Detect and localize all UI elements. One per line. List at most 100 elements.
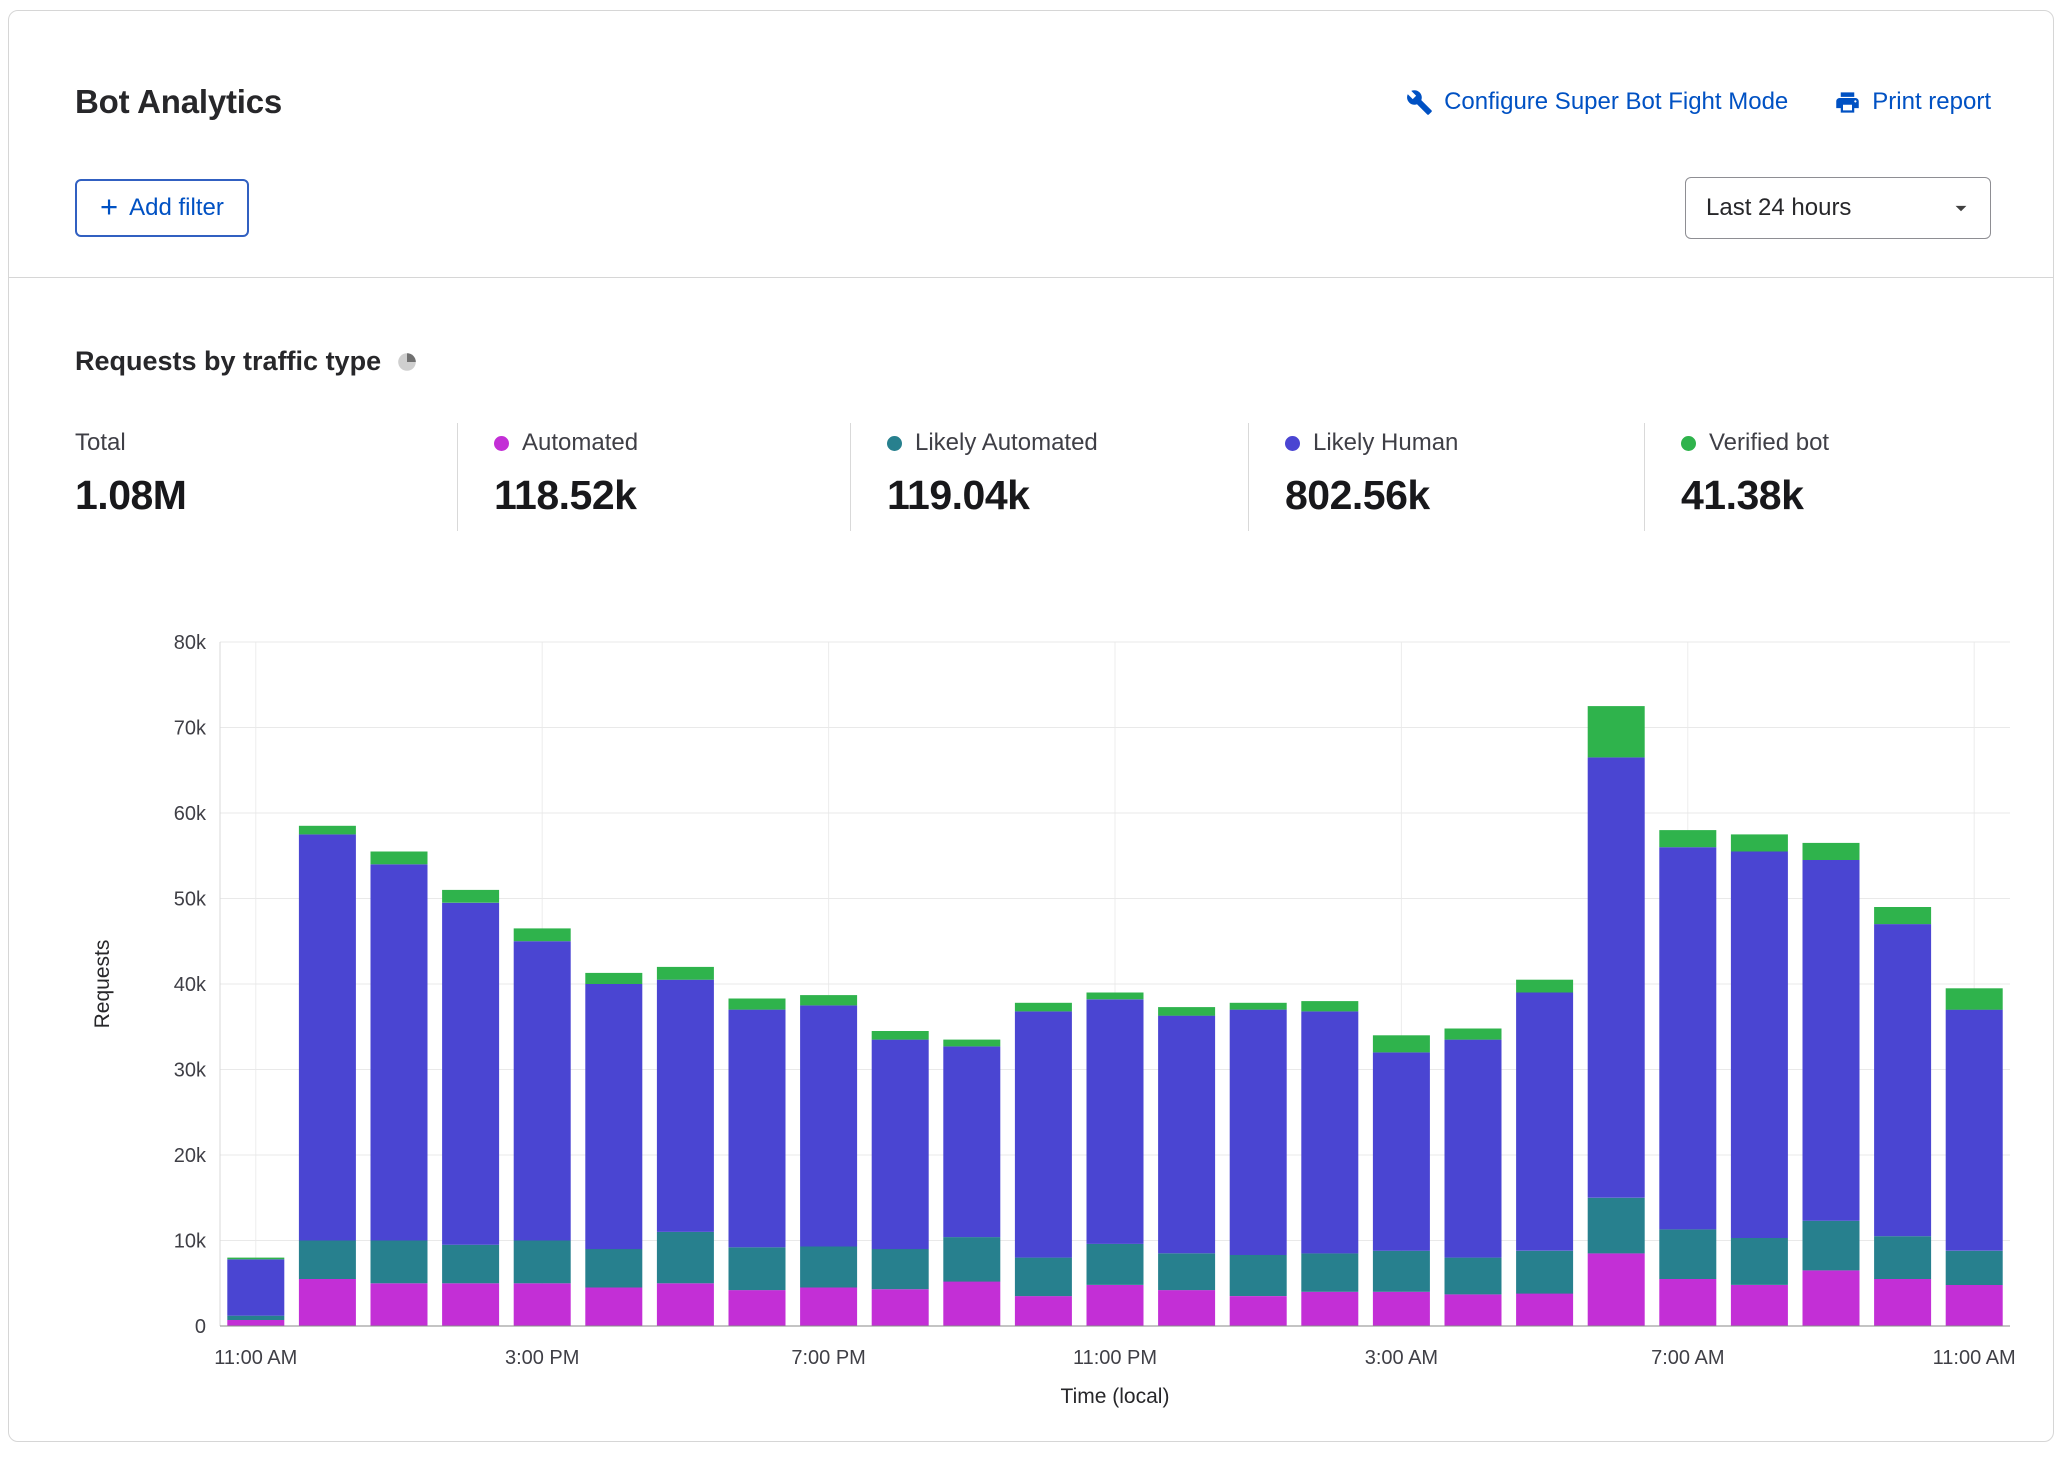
bar-segment[interactable] [872,1040,929,1250]
bar-segment[interactable] [1588,1253,1645,1326]
bar-segment[interactable] [657,1283,714,1326]
bar-segment[interactable] [1874,924,1931,1236]
bar-segment[interactable] [227,1258,284,1260]
bar-segment[interactable] [1301,1011,1358,1253]
bar-segment[interactable] [1731,1238,1788,1285]
bar-segment[interactable] [1659,830,1716,847]
bar-segment[interactable] [299,834,356,1240]
stacked-bar-chart[interactable]: 010k20k30k40k50k60k70k80k11:00 AM3:00 PM… [75,627,2025,1421]
bar-segment[interactable] [1087,993,1144,1000]
bar-segment[interactable] [729,1247,786,1290]
bar-segment[interactable] [943,1046,1000,1237]
bar-segment[interactable] [729,1290,786,1326]
bar-segment[interactable] [1015,1003,1072,1012]
bar-segment[interactable] [1946,1010,2003,1251]
bar-segment[interactable] [1445,1029,1502,1040]
bar-segment[interactable] [1874,1236,1931,1279]
bar-segment[interactable] [227,1316,284,1320]
bar-segment[interactable] [442,1245,499,1284]
bar-segment[interactable] [1158,1290,1215,1326]
bar-segment[interactable] [514,1283,571,1326]
bar-segment[interactable] [1659,1229,1716,1279]
bar-segment[interactable] [1659,847,1716,1229]
stat-total[interactable]: Total 1.08M [75,423,457,531]
bar-segment[interactable] [1731,834,1788,851]
bar-segment[interactable] [227,1259,284,1315]
bar-segment[interactable] [1015,1296,1072,1326]
bar-segment[interactable] [1445,1040,1502,1258]
bar-segment[interactable] [1516,993,1573,1251]
bar-segment[interactable] [585,984,642,1249]
add-filter-button[interactable]: + Add filter [75,179,249,237]
bar-segment[interactable] [442,1283,499,1326]
bar-segment[interactable] [1874,907,1931,924]
bar-segment[interactable] [1301,1292,1358,1326]
bar-segment[interactable] [371,1241,428,1284]
bar-segment[interactable] [1516,980,1573,993]
bar-segment[interactable] [442,890,499,903]
bar-segment[interactable] [943,1282,1000,1327]
bar-segment[interactable] [872,1031,929,1040]
bar-segment[interactable] [1445,1258,1502,1295]
bar-segment[interactable] [299,1279,356,1326]
bar-segment[interactable] [299,826,356,835]
bar-segment[interactable] [371,852,428,865]
bar-segment[interactable] [514,1241,571,1284]
bar-segment[interactable] [1373,1251,1430,1292]
bar-segment[interactable] [1803,1270,1860,1326]
bar-segment[interactable] [1946,1251,2003,1285]
bar-segment[interactable] [1731,1285,1788,1326]
configure-sbfm-link[interactable]: Configure Super Bot Fight Mode [1406,88,1788,116]
bar-segment[interactable] [943,1040,1000,1047]
bar-segment[interactable] [800,1005,857,1246]
bar-segment[interactable] [1803,860,1860,1221]
bar-segment[interactable] [514,928,571,941]
bar-segment[interactable] [657,1232,714,1283]
bar-segment[interactable] [585,1288,642,1327]
stat-likely-human[interactable]: Likely Human 802.56k [1248,423,1644,531]
bar-segment[interactable] [442,903,499,1245]
bar-segment[interactable] [872,1289,929,1326]
bar-segment[interactable] [1158,1007,1215,1016]
bar-segment[interactable] [872,1249,929,1289]
stat-automated[interactable]: Automated 118.52k [457,423,850,531]
bar-segment[interactable] [1301,1001,1358,1011]
bar-segment[interactable] [299,1241,356,1280]
bar-segment[interactable] [1373,1292,1430,1326]
bar-segment[interactable] [1588,757,1645,1197]
bar-segment[interactable] [1158,1016,1215,1254]
bar-segment[interactable] [1373,1052,1430,1250]
bar-segment[interactable] [1301,1253,1358,1292]
bar-segment[interactable] [1946,988,2003,1009]
bar-segment[interactable] [729,1010,786,1248]
bar-segment[interactable] [1803,843,1860,860]
bar-segment[interactable] [1230,1255,1287,1296]
bar-segment[interactable] [371,864,428,1240]
bar-segment[interactable] [800,1288,857,1327]
bar-segment[interactable] [1588,1198,1645,1254]
bar-segment[interactable] [1015,1011,1072,1257]
bar-segment[interactable] [1087,1244,1144,1285]
bar-segment[interactable] [227,1320,284,1326]
bar-segment[interactable] [1946,1285,2003,1326]
bar-segment[interactable] [1445,1294,1502,1326]
bar-segment[interactable] [585,1249,642,1288]
bar-segment[interactable] [1230,1003,1287,1010]
bar-segment[interactable] [1516,1294,1573,1327]
bar-segment[interactable] [371,1283,428,1326]
bar-segment[interactable] [657,980,714,1232]
bar-segment[interactable] [514,941,571,1240]
bar-segment[interactable] [1015,1258,1072,1297]
bar-segment[interactable] [1158,1253,1215,1290]
bar-segment[interactable] [1373,1035,1430,1052]
stat-likely-automated[interactable]: Likely Automated 119.04k [850,423,1248,531]
bar-segment[interactable] [1516,1251,1573,1294]
bar-segment[interactable] [1874,1279,1931,1326]
bar-segment[interactable] [1659,1279,1716,1326]
requests-by-traffic-type-chart[interactable]: 010k20k30k40k50k60k70k80k11:00 AM3:00 PM… [75,627,2009,1426]
bar-segment[interactable] [657,967,714,980]
bar-segment[interactable] [800,995,857,1005]
bar-segment[interactable] [1230,1296,1287,1326]
print-report-link[interactable]: Print report [1834,88,1991,116]
time-range-select[interactable]: Last 24 hours [1685,177,1991,239]
